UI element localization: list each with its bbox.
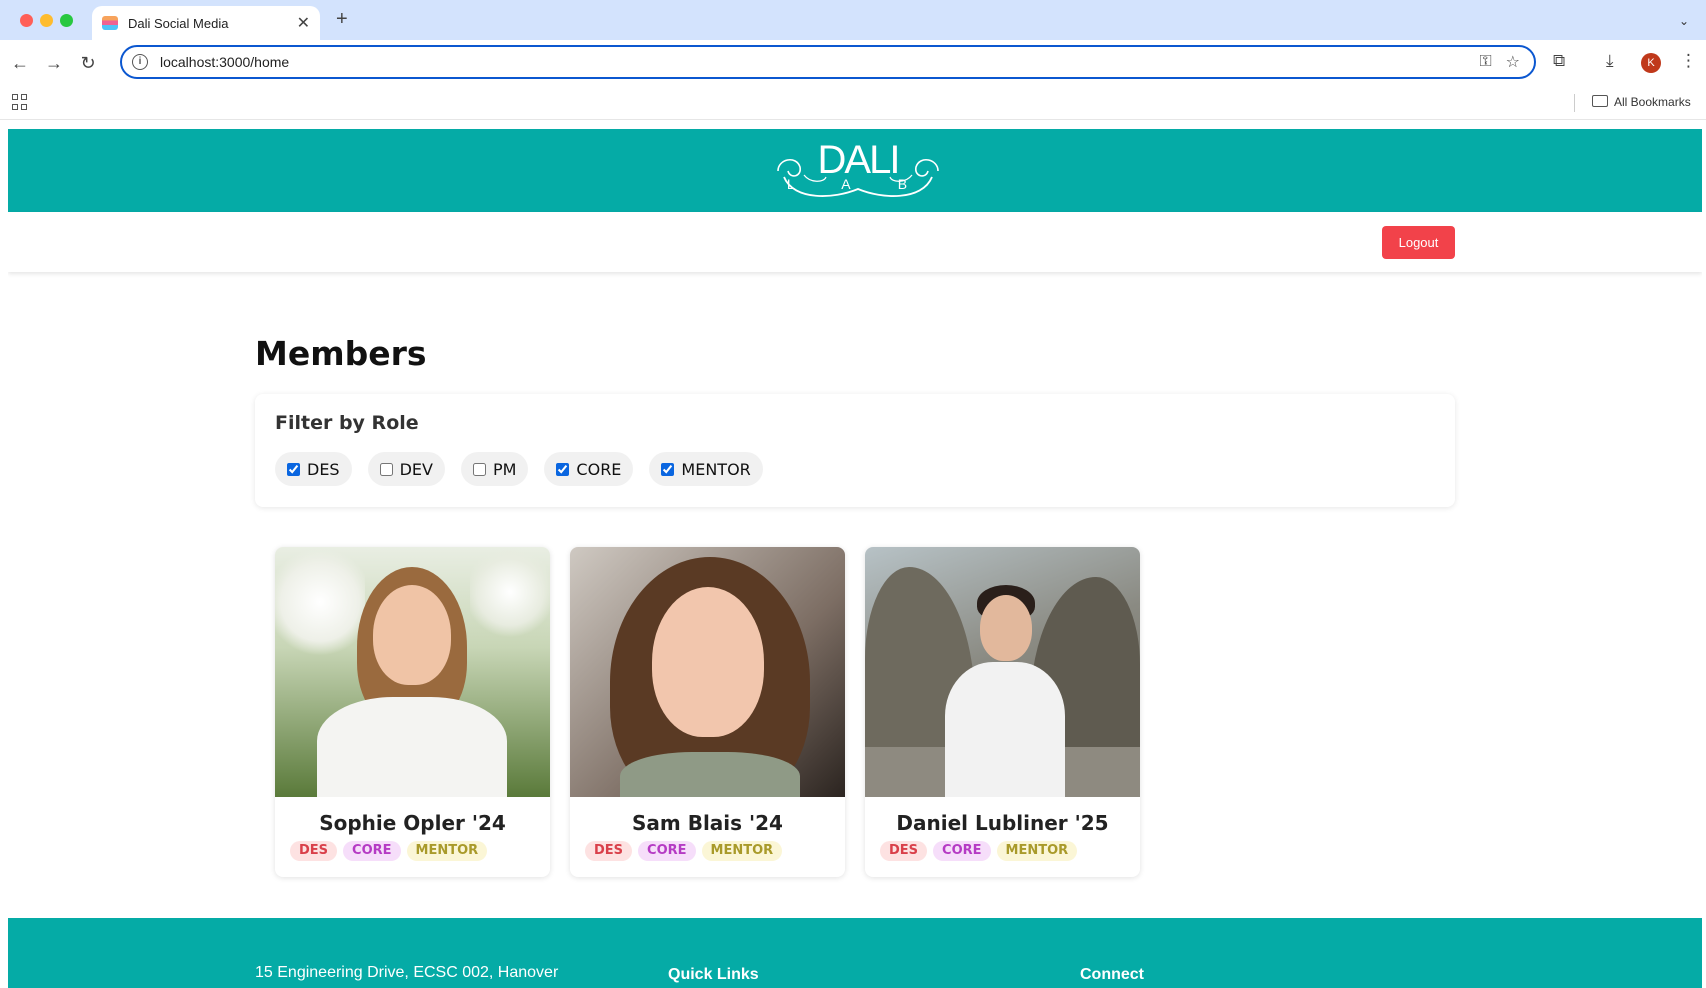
member-photo [865,547,1140,797]
download-icon[interactable]: ⤓ [1606,51,1614,71]
filter-checkbox-core[interactable] [556,462,570,476]
role-badge-mentor: MENTOR [996,841,1078,861]
filter-chip-dev[interactable]: DEV [367,452,445,486]
role-badge-des: DES [880,841,928,861]
face-shape [980,595,1032,661]
extensions-icon[interactable]: ⧉ [1553,51,1565,71]
filter-panel: Filter by Role DES DEV PM CORE MENTOR [255,394,1455,507]
profile-avatar[interactable]: K [1641,53,1661,73]
member-name: Daniel Lubliner '25 [896,811,1109,835]
member-card[interactable]: Daniel Lubliner '25 DES CORE MENTOR [865,547,1140,877]
back-arrow-icon[interactable]: ← [8,51,32,75]
tab-dali-social-media[interactable]: Dali Social Media ✕ [92,6,320,40]
minimize-window-button[interactable] [40,14,53,27]
tab-title: Dali Social Media [128,15,229,31]
member-card[interactable]: Sam Blais '24 DES CORE MENTOR [570,547,845,877]
role-badges: DES CORE MENTOR [290,841,488,861]
member-name: Sophie Opler '24 [319,811,506,835]
all-bookmarks-link[interactable]: All Bookmarks [1614,92,1691,112]
filter-label-pm: PM [492,459,517,479]
browser-window: Dali Social Media ✕ + ⌄ ← → ↻ i localhos… [0,0,1706,988]
role-badges: DES CORE MENTOR [880,841,1078,861]
filter-checkbox-pm[interactable] [472,462,486,476]
apps-grid-icon[interactable] [12,94,28,110]
filter-title: Filter by Role [275,412,419,434]
role-badge-mentor: MENTOR [701,841,783,861]
footer-connect-heading: Connect [1080,966,1144,983]
member-photo [570,547,845,797]
star-icon[interactable]: ☆ [1506,52,1520,72]
footer-quick-links-heading: Quick Links [668,966,759,983]
tab-search-chevron-icon[interactable]: ⌄ [1674,11,1694,31]
role-badge-des: DES [290,841,338,861]
member-photo [275,547,550,797]
filter-checkbox-mentor[interactable] [661,462,675,476]
role-badges: DES CORE MENTOR [585,841,783,861]
reload-icon[interactable]: ↻ [76,51,100,75]
shirt-shape [620,752,800,797]
member-name: Sam Blais '24 [632,811,783,835]
key-icon[interactable]: ⚿ [1479,53,1491,71]
page-content: DALI L A B Logout Members Filter by Role… [8,129,1702,988]
bookmarks-divider [1574,94,1575,112]
role-badge-des: DES [585,841,633,861]
role-badge-mentor: MENTOR [406,841,488,861]
new-tab-icon[interactable]: + [336,8,348,31]
flowers-decoration [275,547,365,657]
role-badge-core: CORE [933,841,991,861]
filter-checkbox-dev[interactable] [379,462,393,476]
navbar: Logout [8,212,1702,272]
filter-chip-mentor[interactable]: MENTOR [649,452,763,486]
bookmarks-bar: All Bookmarks [0,86,1706,120]
filter-chip-pm[interactable]: PM [460,452,529,486]
tab-bar: Dali Social Media ✕ + ⌄ [0,0,1706,40]
browser-toolbar: ← → ↻ i localhost:3000/home ⚿ ☆ ⧉ ⤓ K ⋮ [0,40,1706,86]
filter-chip-core[interactable]: CORE [544,452,634,486]
close-window-button[interactable] [20,14,33,27]
forward-arrow-icon[interactable]: → [42,51,66,75]
site-info-icon[interactable]: i [132,54,148,70]
filter-label-mentor: MENTOR [681,459,751,479]
maximize-window-button[interactable] [60,14,73,27]
filter-chip-des[interactable]: DES [275,452,352,486]
filter-label-des: DES [307,459,340,479]
flowers-decoration [470,547,550,637]
more-menu-icon[interactable]: ⋮ [1680,51,1697,71]
url-text[interactable]: localhost:3000/home [160,54,1479,70]
close-tab-icon[interactable]: ✕ [297,13,310,33]
folder-icon[interactable] [1592,95,1608,107]
filter-label-dev: DEV [399,459,433,479]
footer-address: 15 Engineering Drive, ECSC 002, Hanover [255,964,559,981]
filter-label-core: CORE [576,459,622,479]
tshirt-shape [945,662,1065,797]
site-footer: 15 Engineering Drive, ECSC 002, Hanover … [8,918,1702,988]
page-title: Members [255,334,427,373]
dali-lab-logo[interactable]: DALI L A B [774,137,942,203]
logout-button[interactable]: Logout [1382,226,1455,259]
role-badge-core: CORE [343,841,401,861]
filter-checkbox-des[interactable] [287,462,300,476]
role-filter-chips: DES DEV PM CORE MENTOR [275,452,763,486]
face-shape [373,585,451,685]
role-badge-core: CORE [638,841,696,861]
site-header: DALI L A B [8,129,1702,212]
favicon-icon [102,16,118,30]
jacket-shape [317,697,507,797]
address-bar[interactable]: i localhost:3000/home ⚿ ☆ [120,45,1536,79]
member-card[interactable]: Sophie Opler '24 DES CORE MENTOR [275,547,550,877]
member-cards: Sophie Opler '24 DES CORE MENTOR Sam Bla… [275,547,1140,877]
face-shape [652,587,764,737]
